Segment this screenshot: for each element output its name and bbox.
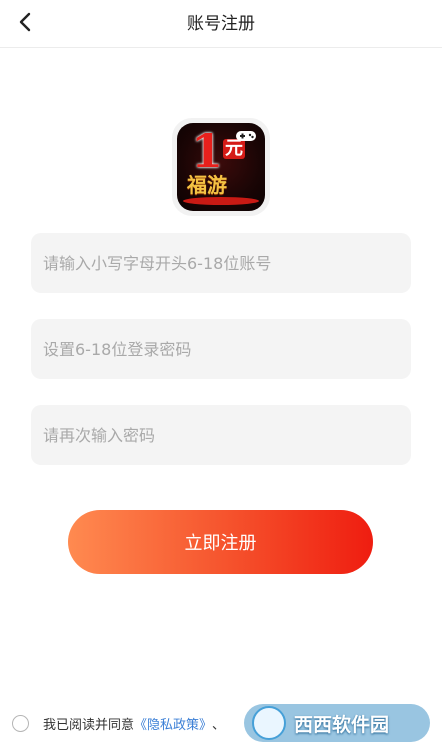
watermark-logo-icon [252, 706, 286, 740]
agreement-prefix: 我已阅读并同意 [43, 717, 135, 733]
logo-image: 1 元 福游 [177, 123, 265, 211]
gamepad-icon [235, 129, 257, 147]
app-logo: 1 元 福游 [172, 118, 270, 216]
confirm-password-input[interactable] [31, 405, 411, 465]
agreement-separator: 、 [212, 717, 226, 733]
password-input[interactable] [31, 319, 411, 379]
privacy-policy-link[interactable]: 《隐私政策》 [134, 714, 212, 733]
watermark: 西西软件园 [244, 704, 430, 742]
username-field-box [31, 233, 411, 293]
username-input[interactable] [31, 233, 411, 293]
agreement-row: 我已阅读并同意 《隐私政策》 、 [12, 712, 225, 734]
agree-radio[interactable] [12, 714, 29, 732]
password-field-box [31, 319, 411, 379]
top-bar: 账号注册 [0, 0, 442, 48]
logo-number: 1 [191, 124, 224, 178]
watermark-text: 西西软件园 [294, 713, 390, 736]
page-title: 账号注册 [187, 14, 255, 34]
logo-brand-text: 福游 [187, 173, 227, 197]
register-button[interactable]: 立即注册 [68, 510, 373, 574]
confirm-password-field-box [31, 405, 411, 465]
logo-swoosh [183, 197, 259, 205]
